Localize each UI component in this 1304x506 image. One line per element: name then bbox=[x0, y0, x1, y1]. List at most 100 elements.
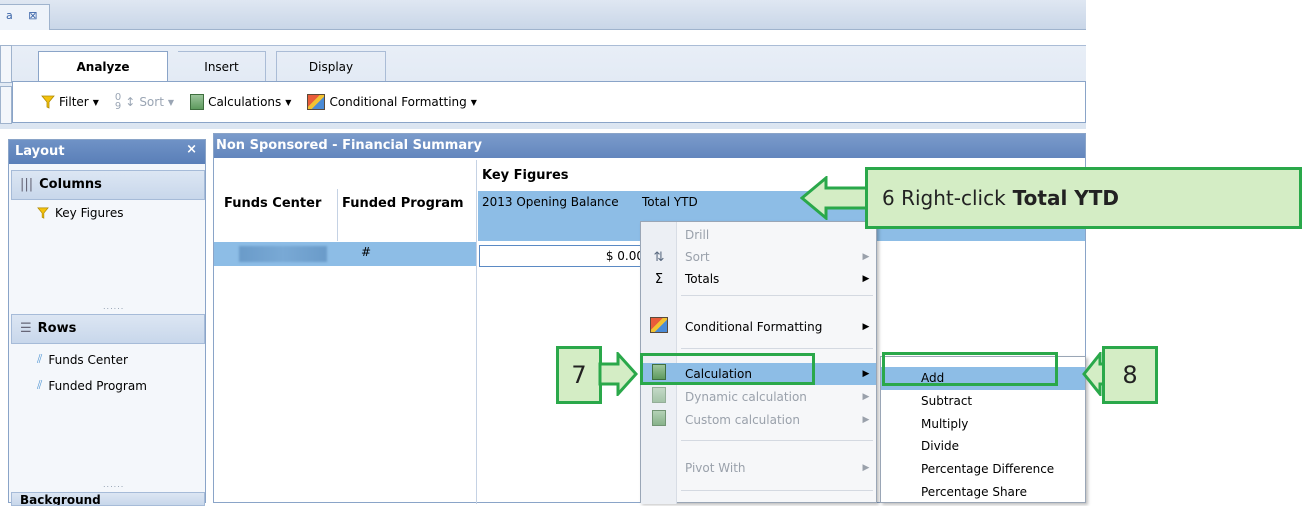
submenu-arrow-icon: ▶ bbox=[862, 274, 870, 284]
menu-item-pivot-with[interactable]: Pivot With ▶ bbox=[641, 457, 876, 479]
sort-icon: 09 bbox=[114, 92, 122, 112]
key-figures-header[interactable]: Key Figures bbox=[482, 168, 569, 183]
submenu-arrow-icon: ▶ bbox=[862, 415, 870, 425]
submenu-arrow-icon: ▶ bbox=[862, 392, 870, 402]
menu-item-label: Custom calculation bbox=[685, 413, 800, 427]
layout-panel-header: Layout × bbox=[9, 140, 205, 164]
layout-item-funded-program[interactable]: ⫽ Funded Program bbox=[37, 378, 147, 393]
conditional-formatting-label: Conditional Formatting bbox=[329, 95, 467, 109]
menu-item-totals[interactable]: Σ Totals ▶ bbox=[641, 268, 876, 290]
sort-arrow-icon: ↕ bbox=[125, 95, 136, 109]
submenu-arrow-icon: ▶ bbox=[862, 463, 870, 473]
submenu-item-percentage-share[interactable]: Percentage Share bbox=[881, 481, 1085, 504]
menu-separator bbox=[681, 348, 873, 349]
menu-item-dynamic-calculation[interactable]: Dynamic calculation ▶ bbox=[641, 386, 876, 408]
conditional-formatting-button[interactable]: Conditional Formatting ▼ bbox=[307, 94, 477, 110]
menu-item-sort[interactable]: ⇅ Sort ▶ bbox=[641, 246, 876, 268]
dimension-icon: ⫽ bbox=[37, 352, 43, 366]
menu-item-label: Conditional Formatting bbox=[685, 320, 823, 334]
chevron-down-icon: ▼ bbox=[470, 97, 477, 107]
ribbon-left-edge bbox=[0, 45, 12, 83]
background-section[interactable]: Background bbox=[11, 492, 205, 506]
sort-label: Sort bbox=[139, 95, 164, 109]
chevron-down-icon: ▼ bbox=[92, 97, 99, 107]
analyze-toolbar: Filter ▼ 09 ↕ Sort ▼ Calculations ▼ Cond… bbox=[12, 81, 1086, 123]
opening-balance-header[interactable]: 2013 Opening Balance bbox=[478, 191, 636, 241]
step6-text: 6 Right-click bbox=[882, 186, 1006, 210]
layout-panel-title: Layout bbox=[15, 144, 65, 159]
filter-label: Filter bbox=[59, 95, 89, 109]
calculations-button[interactable]: Calculations ▼ bbox=[190, 94, 291, 110]
layout-item-label: Key Figures bbox=[55, 206, 124, 220]
layout-panel: Layout × ||| Columns Key Figures ...... ☰… bbox=[8, 139, 206, 506]
submenu-arrow-icon: ▶ bbox=[862, 252, 870, 262]
submenu-item-percentage-difference[interactable]: Percentage Difference bbox=[881, 458, 1085, 481]
rows-section[interactable]: ☰ Rows bbox=[11, 314, 205, 344]
menu-item-drill[interactable]: Drill bbox=[641, 224, 876, 246]
submenu-item-multiply[interactable]: Multiply bbox=[881, 413, 1085, 436]
calculator-icon bbox=[190, 94, 205, 110]
submenu-item-divide[interactable]: Divide bbox=[881, 435, 1085, 458]
callout-arrow-icon bbox=[800, 176, 870, 220]
menu-item-label: Sort bbox=[685, 250, 710, 264]
step6-callout: 6 Right-click Total YTD bbox=[865, 167, 1302, 229]
step8-callout: 8 bbox=[1102, 346, 1158, 404]
submenu-item-subtract[interactable]: Subtract bbox=[881, 390, 1085, 413]
menu-item-label: Drill bbox=[685, 228, 710, 242]
step7-callout: 7 bbox=[556, 346, 602, 404]
close-icon[interactable]: × bbox=[186, 142, 197, 157]
funded-program-header[interactable]: Funded Program bbox=[342, 196, 464, 211]
document-tab-strip bbox=[0, 0, 1086, 30]
columns-icon: ||| bbox=[20, 177, 34, 192]
rows-title: Rows bbox=[37, 321, 77, 336]
menu-item-conditional-formatting[interactable]: Conditional Formatting ▶ bbox=[641, 316, 876, 338]
submenu-arrow-icon: ▶ bbox=[862, 369, 870, 379]
rows-icon: ☰ bbox=[20, 321, 32, 336]
columns-section[interactable]: ||| Columns bbox=[11, 170, 205, 200]
callout-arrow-icon bbox=[598, 352, 638, 396]
opening-balance-cell[interactable]: $ 0.00 bbox=[479, 245, 649, 267]
tab-display[interactable]: Display bbox=[276, 51, 386, 81]
sort-icon: ⇅ bbox=[653, 249, 665, 265]
toolbar-left-edge bbox=[0, 86, 12, 124]
column-divider bbox=[337, 189, 338, 241]
document-tab[interactable]: a ⊠ bbox=[0, 4, 50, 30]
chevron-down-icon: ▼ bbox=[285, 97, 292, 107]
layout-item-key-figures[interactable]: Key Figures bbox=[37, 206, 123, 220]
menu-separator bbox=[681, 295, 873, 296]
filter-button[interactable]: Filter ▼ bbox=[41, 95, 99, 109]
conditional-formatting-icon bbox=[641, 317, 677, 337]
step6-target: Total YTD bbox=[1012, 186, 1119, 210]
calculations-label: Calculations bbox=[208, 95, 282, 109]
step7-highlight-box bbox=[640, 353, 815, 385]
table-row[interactable]: # bbox=[214, 242, 476, 374]
tab-analyze[interactable]: Analyze bbox=[38, 51, 168, 81]
step8-highlight-box bbox=[882, 352, 1058, 386]
splitter-grip[interactable]: ...... bbox=[103, 302, 124, 311]
funded-program-cell[interactable]: # bbox=[361, 245, 371, 259]
menu-item-label: Totals bbox=[685, 272, 720, 286]
tab-insert[interactable]: Insert bbox=[178, 51, 266, 81]
sigma-icon: Σ bbox=[654, 271, 664, 287]
menu-item-label: Pivot With bbox=[685, 461, 746, 475]
menu-separator bbox=[681, 490, 873, 491]
background-title: Background bbox=[20, 493, 101, 506]
close-tab-icon[interactable]: ⊠ bbox=[28, 9, 37, 22]
filter-icon bbox=[41, 95, 55, 109]
funds-center-header[interactable]: Funds Center bbox=[224, 196, 321, 211]
menu-item-custom-calculation[interactable]: Custom calculation ▶ bbox=[641, 409, 876, 431]
redacted-value bbox=[239, 246, 327, 262]
dimension-icon: ⫽ bbox=[37, 378, 43, 392]
layout-item-label: Funds Center bbox=[48, 352, 128, 367]
document-tab-label: a bbox=[6, 9, 13, 22]
sort-button[interactable]: 09 ↕ Sort ▼ bbox=[114, 92, 175, 112]
conditional-formatting-icon bbox=[307, 94, 326, 110]
splitter-grip[interactable]: ...... bbox=[103, 480, 124, 489]
menu-item-label: Dynamic calculation bbox=[685, 390, 807, 404]
report-title: Non Sponsored - Financial Summary bbox=[214, 134, 1085, 158]
layout-item-funds-center[interactable]: ⫽ Funds Center bbox=[37, 352, 128, 367]
chevron-down-icon: ▼ bbox=[167, 97, 175, 107]
column-divider bbox=[337, 350, 338, 374]
calculator-icon bbox=[641, 410, 677, 430]
column-divider bbox=[476, 160, 477, 504]
